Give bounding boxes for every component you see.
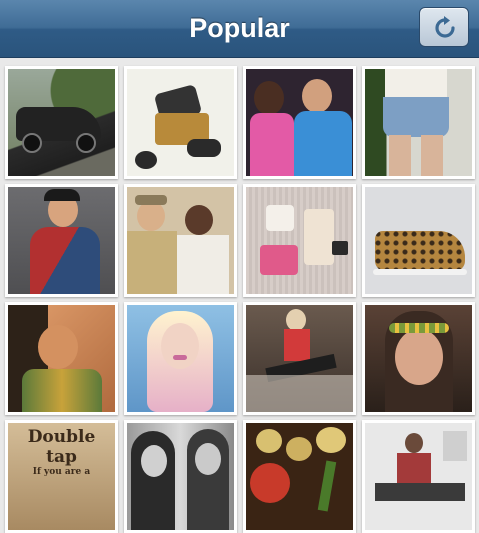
photo-thumbnail[interactable] xyxy=(5,66,118,179)
photo-thumbnail[interactable] xyxy=(243,302,356,415)
robot-toy-photo xyxy=(127,69,234,176)
photo-thumbnail[interactable] xyxy=(243,66,356,179)
photo-thumbnail[interactable] xyxy=(362,184,475,297)
couple-photo xyxy=(246,69,353,176)
photo-thumbnail[interactable] xyxy=(124,66,237,179)
navigation-bar: Popular xyxy=(0,0,479,58)
spiderman-costume-photo xyxy=(8,187,115,294)
photo-thumbnail[interactable] xyxy=(243,420,356,533)
photo-thumbnail[interactable] xyxy=(243,184,356,297)
photo-caption: Double tap If you are a xyxy=(12,427,111,477)
jumping-crowd-photo xyxy=(246,305,353,412)
two-men-photo xyxy=(127,187,234,294)
photo-thumbnail[interactable] xyxy=(362,66,475,179)
caption-line-1: Double tap xyxy=(27,427,96,467)
caption-line-2: If you are a xyxy=(32,467,91,477)
photo-thumbnail[interactable] xyxy=(362,420,475,533)
food-photo xyxy=(246,423,353,530)
refresh-button[interactable] xyxy=(419,7,469,47)
photo-thumbnail[interactable] xyxy=(124,420,237,533)
outfit-flatlay-photo xyxy=(246,187,353,294)
refresh-icon xyxy=(435,16,455,38)
popular-photo-grid: Double tap If you are a xyxy=(0,58,479,533)
page-title: Popular xyxy=(189,13,290,43)
car-photo xyxy=(8,69,115,176)
dj-booth-photo xyxy=(365,423,472,530)
flower-crown-photo xyxy=(365,305,472,412)
photo-thumbnail[interactable] xyxy=(5,184,118,297)
denim-shorts-photo xyxy=(365,69,472,176)
photo-thumbnail[interactable] xyxy=(124,302,237,415)
photo-thumbnail[interactable]: Double tap If you are a xyxy=(5,420,118,533)
leopard-shoe-photo xyxy=(365,187,472,294)
photo-thumbnail[interactable] xyxy=(5,302,118,415)
photo-thumbnail[interactable] xyxy=(362,302,475,415)
photo-thumbnail[interactable] xyxy=(124,184,237,297)
two-girls-photo xyxy=(127,423,234,530)
double-tap-photo: Double tap If you are a xyxy=(8,423,115,530)
woman-selfie-photo xyxy=(8,305,115,412)
blonde-woman-photo xyxy=(127,305,234,412)
